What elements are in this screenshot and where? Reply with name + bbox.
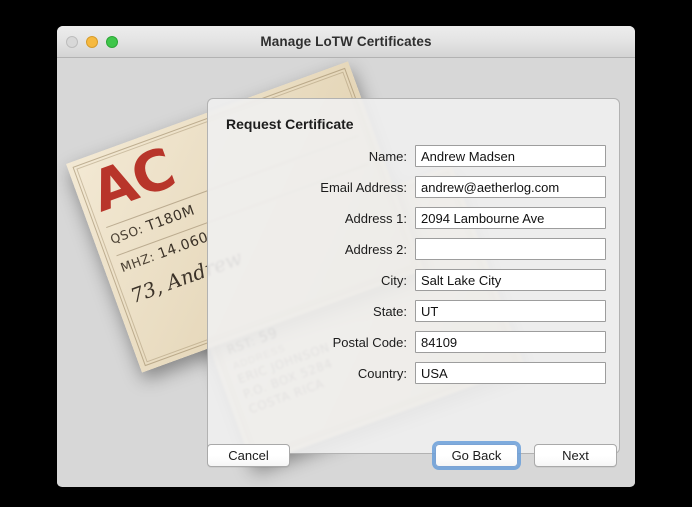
field-label: Country: xyxy=(357,365,407,381)
go-back-button[interactable]: Go Back xyxy=(435,444,518,467)
field-label: State: xyxy=(373,303,407,319)
form-row: Postal Code: xyxy=(208,331,619,353)
field-input[interactable] xyxy=(415,362,606,384)
form-row: Name: xyxy=(208,145,619,167)
field-input[interactable] xyxy=(415,238,606,260)
form-row: State: xyxy=(208,300,619,322)
field-input[interactable] xyxy=(415,331,606,353)
dialog-window: Manage LoTW Certificates DATE: 02/15 RST… xyxy=(57,26,635,487)
field-input[interactable] xyxy=(415,300,606,322)
next-button[interactable]: Next xyxy=(534,444,617,467)
form-row: Address 2: xyxy=(208,238,619,260)
window-title: Manage LoTW Certificates xyxy=(260,34,432,49)
field-input[interactable] xyxy=(415,176,606,198)
dialog-footer: Cancel Go Back Next xyxy=(57,424,635,486)
field-input[interactable] xyxy=(415,207,606,229)
panel-title: Request Certificate xyxy=(226,116,354,132)
request-certificate-panel: Request Certificate Name: Email Address: A… xyxy=(207,98,620,454)
form-row: Email Address: xyxy=(208,176,619,198)
cancel-button[interactable]: Cancel xyxy=(207,444,290,467)
field-input[interactable] xyxy=(415,145,606,167)
field-label: Address 1: xyxy=(344,210,407,226)
field-label: Name: xyxy=(368,148,407,164)
form-row: Address 1: xyxy=(208,207,619,229)
field-label: Address 2: xyxy=(344,241,407,257)
field-label: Postal Code: xyxy=(332,334,407,350)
field-label: Email Address: xyxy=(320,179,407,195)
window-titlebar: Manage LoTW Certificates xyxy=(57,26,635,58)
field-label: City: xyxy=(381,272,407,288)
dialog-body: DATE: 02/15 RST: 59 ADDRESS ERIC JOHNSON… xyxy=(57,58,635,486)
form-row: City: xyxy=(208,269,619,291)
field-input[interactable] xyxy=(415,269,606,291)
certificate-form: Name: Email Address: Address 1: Address 2: C… xyxy=(208,145,619,393)
form-row: Country: xyxy=(208,362,619,384)
